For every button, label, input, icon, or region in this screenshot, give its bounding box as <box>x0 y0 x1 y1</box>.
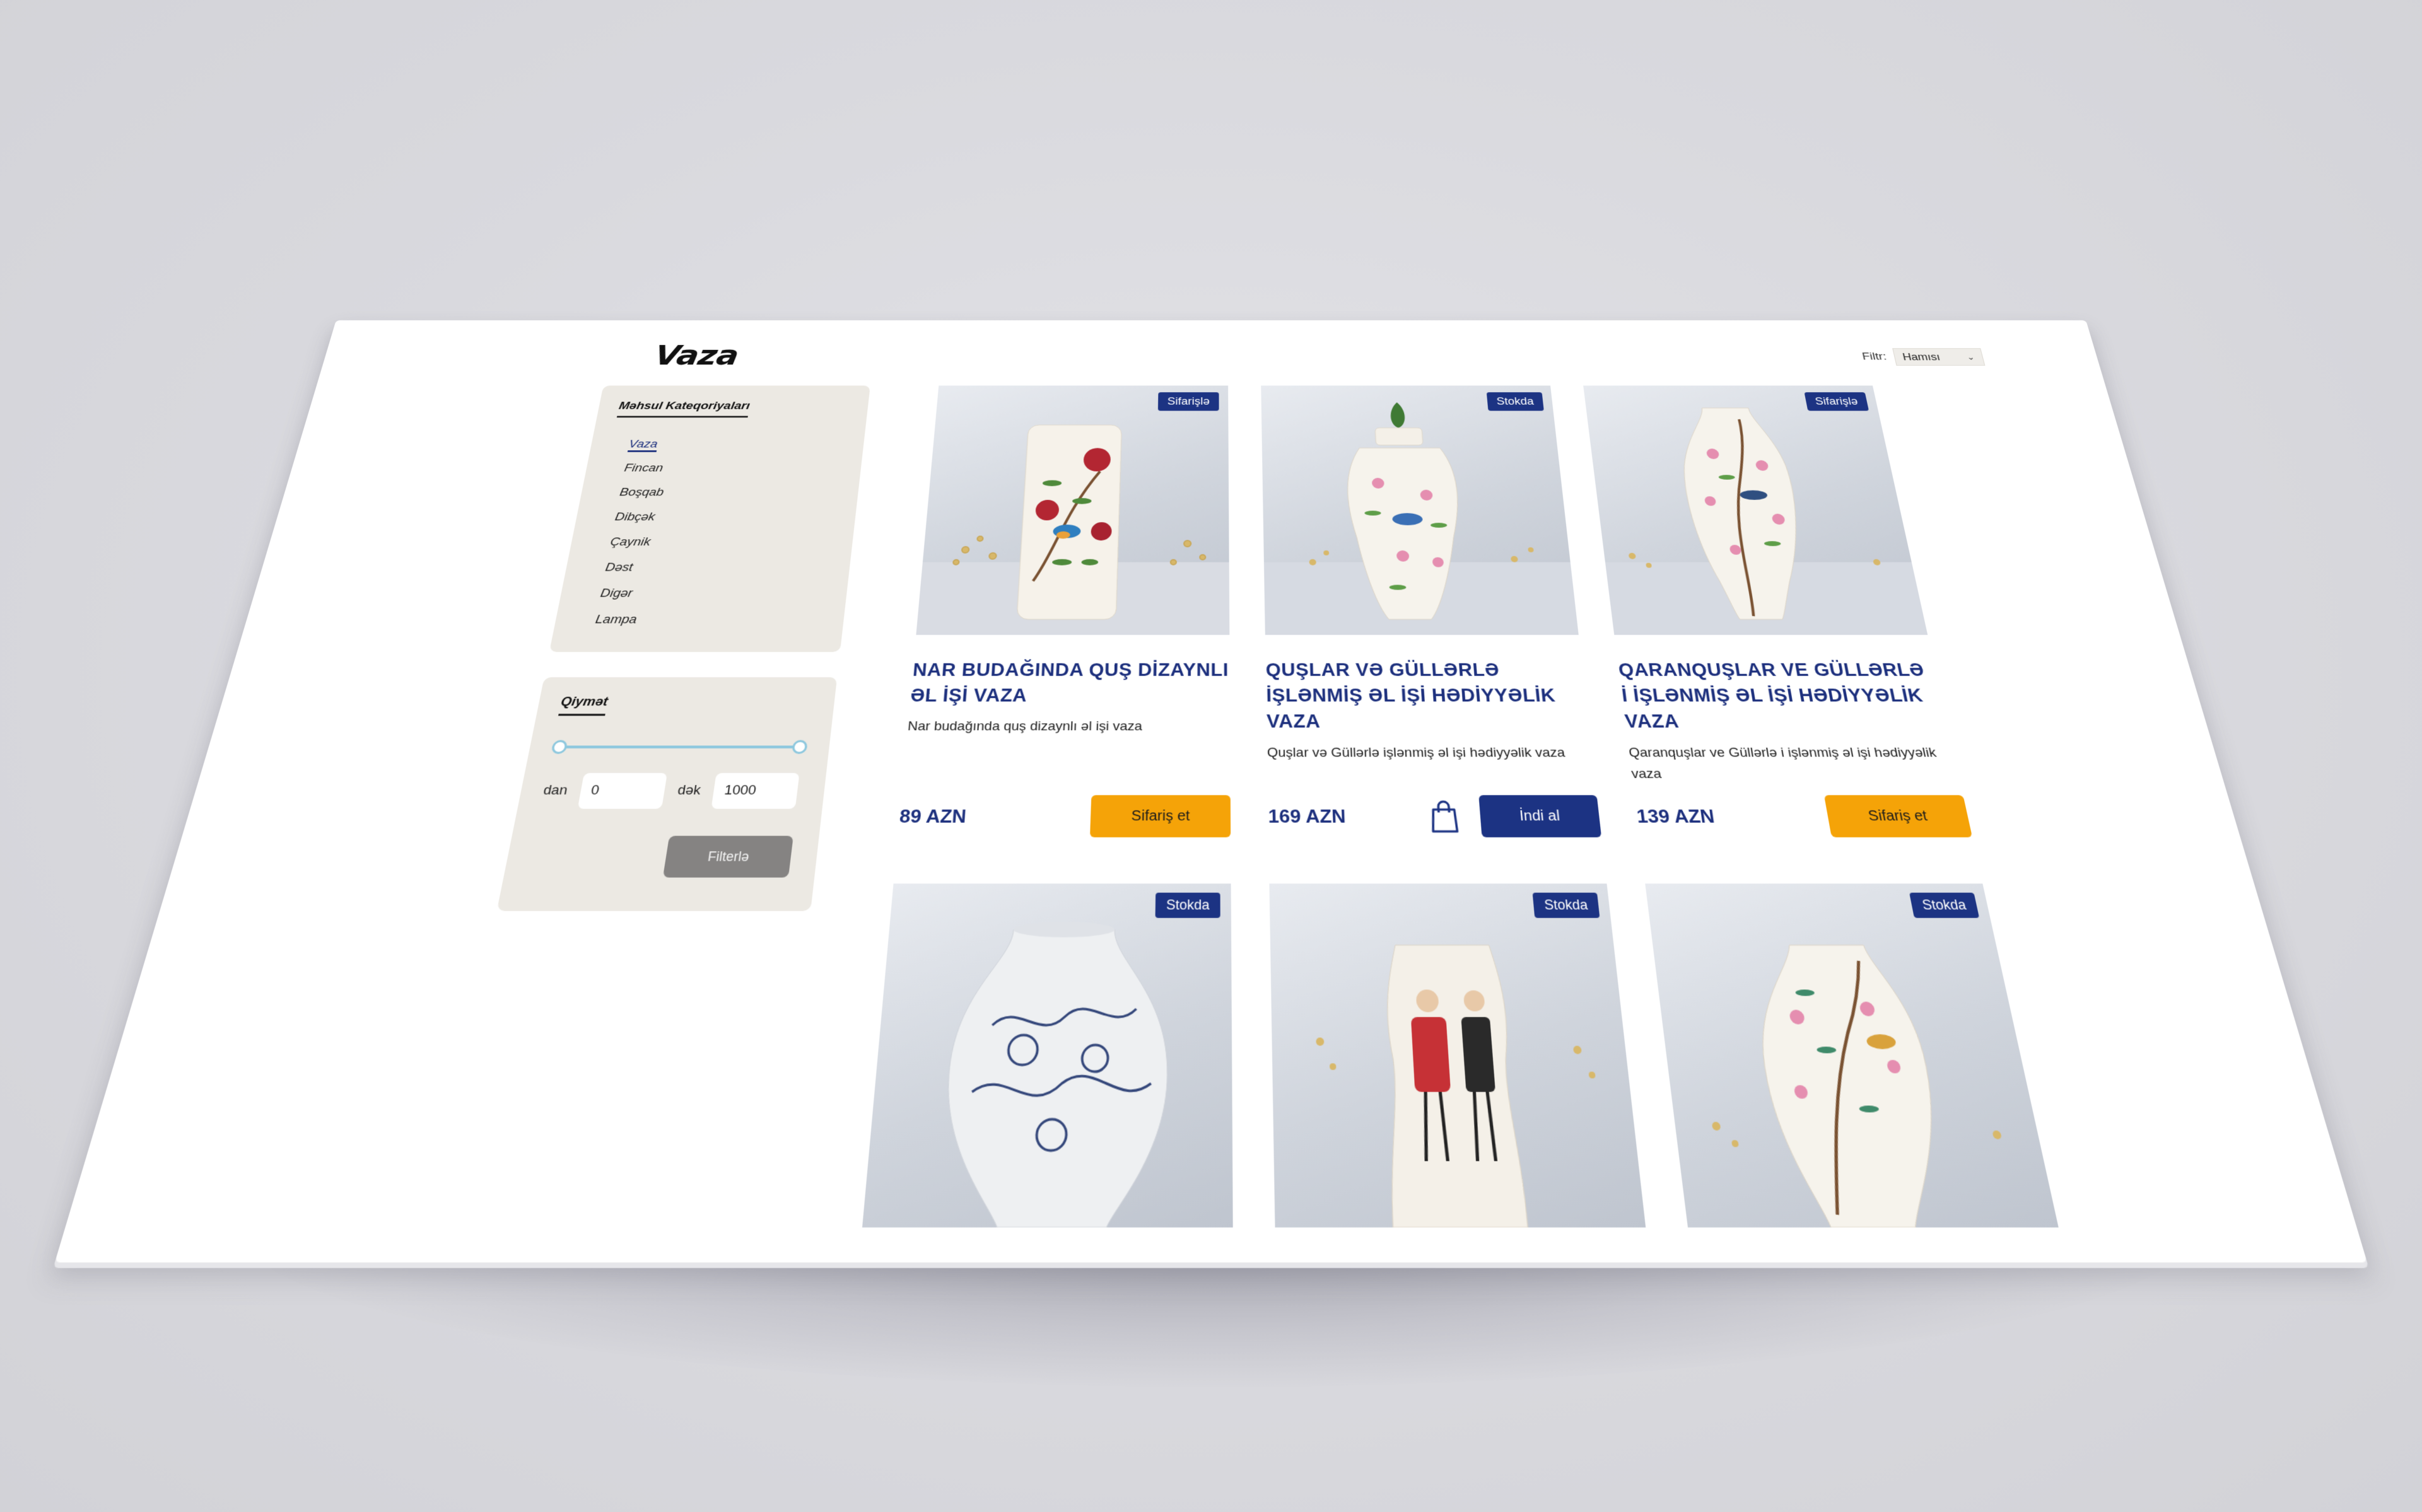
product-card: Sifarişlə NAR BUDAĞINDA QUŞ DİZAYNLI ƏL … <box>899 385 1231 837</box>
buy-now-button[interactable]: İndi al <box>1478 795 1602 837</box>
category-item-label: Boşqab <box>618 486 665 499</box>
chevron-down-icon: ⌄ <box>1965 352 1975 361</box>
category-item-label: Vaza <box>627 438 659 452</box>
slider-max-handle[interactable] <box>791 740 808 754</box>
category-item-label: Lampa <box>594 613 638 627</box>
slider-track <box>558 745 802 748</box>
stock-badge: Sifarişlə <box>1804 392 1869 411</box>
category-item-label: Fincan <box>623 462 664 475</box>
category-item-dest[interactable]: Dəst <box>585 555 830 581</box>
product-title[interactable]: QUŞLAR VƏ GÜLLƏRLƏ İŞLƏNMİŞ ƏL İŞİ HƏDİY… <box>1265 657 1589 734</box>
product-image[interactable]: Stokda <box>1645 883 2059 1228</box>
category-item-dibcek[interactable]: Dibçək <box>595 504 836 529</box>
product-description: Nar budağında quş dizaynlı əl işi vaza <box>907 719 1143 734</box>
to-label: dək <box>676 782 702 798</box>
stock-badge: Stokda <box>1155 892 1220 918</box>
product-image[interactable]: Stokda <box>1269 883 1646 1228</box>
price-range-slider[interactable] <box>550 736 809 757</box>
product-footer: 169 AZN İndi al <box>1268 795 1602 837</box>
product-price: 139 AZN <box>1635 805 1716 827</box>
product-title[interactable]: QARANQUŞLAR VE GÜLLƏRLƏ İ İŞLƏNMİŞ ƏL İŞ… <box>1617 657 1950 734</box>
product-image[interactable]: Stokda <box>1261 385 1579 635</box>
page-title: Vaza <box>652 339 740 371</box>
product-card: Stokda <box>1645 883 2059 1228</box>
filter-select[interactable]: Hamısı ⌄ <box>1892 348 1986 366</box>
stock-badge: Stokda <box>1909 892 1980 918</box>
scene: Vaza Filtr: Hamısı ⌄ Məhsul Kateqoriyala… <box>0 0 2422 1512</box>
filter-row: Filtr: Hamısı ⌄ <box>1861 348 1986 366</box>
slider-min-handle[interactable] <box>551 740 568 754</box>
product-description: Qaranquşlar ve Güllərlə i işlənmiş əl iş… <box>1628 745 1938 782</box>
category-item-label: Dəst <box>604 561 635 574</box>
product-card: Stokda <box>862 883 1233 1228</box>
category-panel: Məhsul Kateqoriyaları Vaza Fincan Boşqab… <box>549 385 870 653</box>
category-item-bosqab[interactable]: Boşqab <box>600 480 840 505</box>
product-page: Vaza Filtr: Hamısı ⌄ Məhsul Kateqoriyala… <box>54 320 2368 1263</box>
category-item-label: Digər <box>599 586 634 600</box>
min-price-input[interactable] <box>577 772 667 809</box>
vase-bird-blossom-image <box>1711 883 2003 1228</box>
product-image[interactable]: Sifarişlə <box>916 385 1230 635</box>
product-card: Stokda <box>1269 883 1646 1228</box>
category-item-lampa[interactable]: Lampa <box>575 607 824 633</box>
product-title[interactable]: NAR BUDAĞINDA QUŞ DİZAYNLI ƏL İŞİ VAZA <box>910 657 1230 708</box>
stock-badge: Stokda <box>1486 392 1544 411</box>
product-price: 169 AZN <box>1268 805 1347 827</box>
category-item-label: Çaynik <box>609 535 652 549</box>
category-item-label: Dibçək <box>614 510 657 524</box>
product-price: 89 AZN <box>898 805 968 827</box>
product-description: Quşlar və Güllərlə işlənmiş əl işi hədiy… <box>1267 745 1566 760</box>
product-image[interactable]: Stokda <box>862 883 1233 1228</box>
price-range-row: dan dək <box>540 772 804 809</box>
filter-label: Filtr: <box>1861 351 1888 363</box>
vase-blue-floral-image <box>862 921 1233 1228</box>
max-price-input[interactable] <box>711 772 800 809</box>
category-panel-title: Məhsul Kateqoriyaları <box>616 400 751 418</box>
product-image[interactable]: Sifarişlə <box>1583 385 1928 635</box>
product-footer: 139 AZN Sifariş et <box>1634 795 1973 837</box>
product-card: Sifarişlə QARANQUŞLAR VE GÜLLƏRLƏ İ İŞLƏ… <box>1583 385 1973 837</box>
filter-selected-value: Hamısı <box>1901 351 1941 363</box>
order-button[interactable]: Sifariş et <box>1090 795 1231 837</box>
category-item-fincan[interactable]: Fincan <box>604 456 842 480</box>
category-item-vaza[interactable]: Vaza <box>609 433 845 457</box>
stock-badge: Stokda <box>1532 892 1600 918</box>
vase-swallows-image <box>1605 386 1928 635</box>
product-footer: 89 AZN Sifariş et <box>898 795 1231 837</box>
vase-birds-lidded-image <box>1263 402 1579 635</box>
from-label: dan <box>542 782 569 798</box>
price-panel-title: Qiymət <box>558 694 609 716</box>
price-filter-panel: Qiymət dan dək Filterlə <box>496 677 838 911</box>
shopping-bag-icon[interactable] <box>1428 800 1460 833</box>
apply-filter-button[interactable]: Filterlə <box>662 835 793 878</box>
vase-pomegranate-image <box>916 386 1230 635</box>
category-item-caynik[interactable]: Çaynik <box>590 530 833 555</box>
vase-fashion-figures-image <box>1316 883 1596 1228</box>
order-button[interactable]: Sifariş et <box>1823 795 1973 837</box>
category-item-diger[interactable]: Digər <box>580 581 827 607</box>
product-card: Stokda QUŞLAR VƏ GÜLLƏRLƏ İŞLƏNMİŞ ƏL İŞ… <box>1261 385 1602 837</box>
stock-badge: Sifarişlə <box>1157 392 1219 411</box>
